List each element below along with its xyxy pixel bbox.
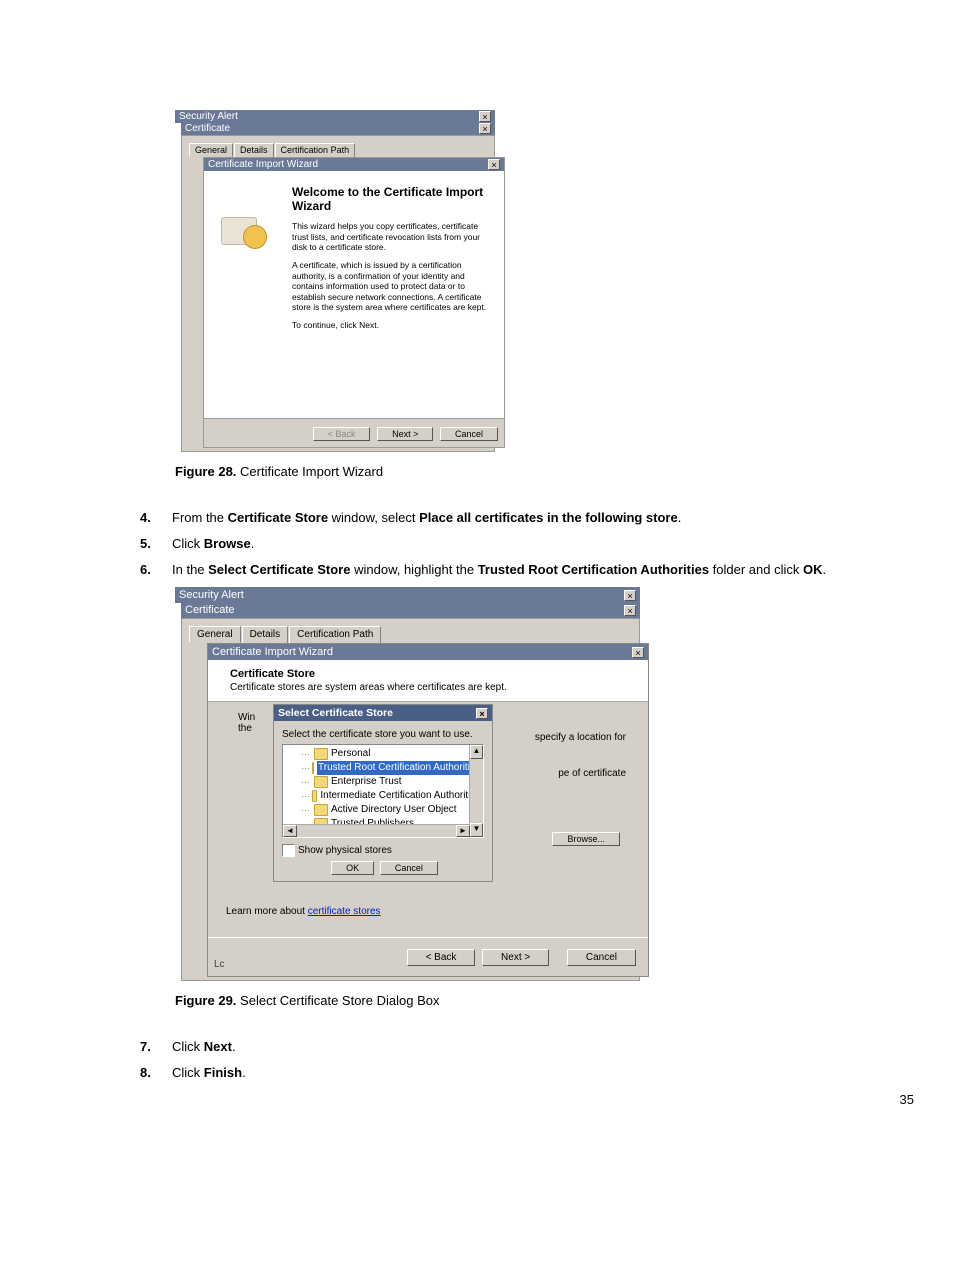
close-icon[interactable]: × [632, 647, 644, 658]
wizard-title: Certificate Import Wizard [208, 159, 318, 170]
certificate-tabs: General Details Certification Path [185, 139, 491, 157]
certificate-title: Certificate [185, 123, 230, 134]
close-icon[interactable]: × [476, 708, 488, 719]
learn-more-link: Learn more about certificate stores [226, 906, 381, 917]
wizard-title: Certificate Import Wizard [212, 646, 333, 658]
scroll-left-icon: ◄ [283, 825, 297, 837]
certificate-title: Certificate [185, 604, 235, 616]
import-wizard-icon [221, 211, 269, 251]
step-5: 5. Click Browse. [140, 535, 914, 553]
security-alert-title: Security Alert [179, 589, 244, 601]
folder-icon [312, 790, 317, 802]
select-store-prompt: Select the certificate store you want to… [282, 729, 484, 740]
ok-button[interactable]: OK [331, 861, 374, 875]
tree-item: ⋯Intermediate Certification Authorities [287, 789, 481, 803]
next-button[interactable]: Next > [482, 949, 549, 966]
select-certificate-store-dialog: Select Certificate Store × Select the ce… [273, 704, 493, 882]
wizard-titlebar: Certificate Import Wizard × [208, 644, 648, 660]
close-icon[interactable]: × [624, 605, 636, 616]
folder-icon [314, 804, 328, 816]
cancel-button[interactable]: Cancel [440, 427, 498, 441]
tree-item: ⋯Personal [287, 747, 481, 761]
cancel-button[interactable]: Cancel [380, 861, 438, 875]
section-subtitle: Certificate stores are system areas wher… [230, 682, 634, 693]
tree-item: ⋯Trusted Root Certification Authorities [287, 761, 481, 775]
tree-item: ⋯Active Directory User Object [287, 803, 481, 817]
select-store-titlebar: Select Certificate Store × [274, 705, 492, 721]
cancel-button[interactable]: Cancel [567, 949, 636, 966]
figure28-caption: Figure 28. Certificate Import Wizard [175, 464, 914, 479]
folder-icon [314, 748, 328, 760]
scroll-up-icon: ▲ [470, 745, 483, 759]
checkbox-icon[interactable] [282, 844, 295, 857]
wizard-paragraph: A certificate, which is issued by a cert… [292, 260, 490, 313]
scroll-right-icon: ► [456, 825, 470, 837]
close-icon[interactable]: × [488, 159, 500, 170]
back-button: < Back [313, 427, 371, 441]
tab-general[interactable]: General [189, 626, 241, 643]
page-number: 35 [900, 1092, 914, 1107]
close-icon[interactable]: × [624, 590, 636, 601]
browse-button[interactable]: Browse... [552, 832, 620, 846]
certificate-titlebar: Certificate × [181, 602, 640, 618]
figure29-screenshot: Security Alert × Certificate × General D… [175, 587, 640, 981]
back-button[interactable]: < Back [407, 949, 476, 966]
folder-icon [314, 776, 328, 788]
partial-text: specify a location for [535, 732, 626, 743]
security-alert-titlebar: Security Alert × [175, 587, 640, 603]
folder-icon [312, 762, 314, 774]
horizontal-scrollbar[interactable]: ◄ ► [283, 824, 470, 837]
certificate-titlebar: Certificate × [181, 122, 495, 135]
tab-cert-path[interactable]: Certification Path [275, 143, 356, 157]
wizard-paragraph: To continue, click Next. [292, 320, 490, 331]
partial-text: Lc [214, 959, 225, 970]
wizard-paragraph: This wizard helps you copy certificates,… [292, 221, 490, 253]
instruction-list: 4. From the Certificate Store window, se… [140, 509, 914, 580]
wizard-titlebar: Certificate Import Wizard × [204, 158, 504, 171]
section-title: Certificate Store [230, 668, 634, 680]
tab-details[interactable]: Details [242, 626, 289, 643]
wizard-heading: Welcome to the Certificate Import Wizard [292, 185, 490, 213]
step-7: 7. Click Next. [140, 1038, 914, 1056]
tab-details[interactable]: Details [234, 143, 274, 157]
certificate-tabs: General Details Certification Path [185, 622, 636, 643]
tree-item: ⋯Enterprise Trust [287, 775, 481, 789]
close-icon[interactable]: × [479, 111, 491, 122]
scroll-down-icon: ▼ [470, 823, 483, 837]
show-physical-stores-checkbox[interactable]: Show physical stores [282, 844, 484, 857]
step-8: 8. Click Finish. [140, 1064, 914, 1082]
tab-cert-path[interactable]: Certification Path [289, 626, 381, 643]
certificate-stores-link[interactable]: certificate stores [308, 906, 381, 917]
step-6: 6. In the Select Certificate Store windo… [140, 561, 914, 579]
step-4: 4. From the Certificate Store window, se… [140, 509, 914, 527]
partial-text: pe of certificate [558, 768, 626, 779]
store-tree[interactable]: ⋯Personal ⋯Trusted Root Certification Au… [282, 744, 484, 838]
tab-general[interactable]: General [189, 143, 233, 157]
close-icon[interactable]: × [479, 123, 491, 134]
vertical-scrollbar[interactable]: ▲ ▼ [469, 745, 483, 837]
security-alert-title: Security Alert [179, 111, 238, 122]
figure28-screenshot: Security Alert × Certificate × General D… [175, 110, 495, 452]
instruction-list: 7. Click Next. 8. Click Finish. [140, 1038, 914, 1082]
wizard-graphic-panel [204, 171, 286, 418]
next-button[interactable]: Next > [377, 427, 433, 441]
figure29-caption: Figure 29. Select Certificate Store Dial… [175, 993, 914, 1008]
